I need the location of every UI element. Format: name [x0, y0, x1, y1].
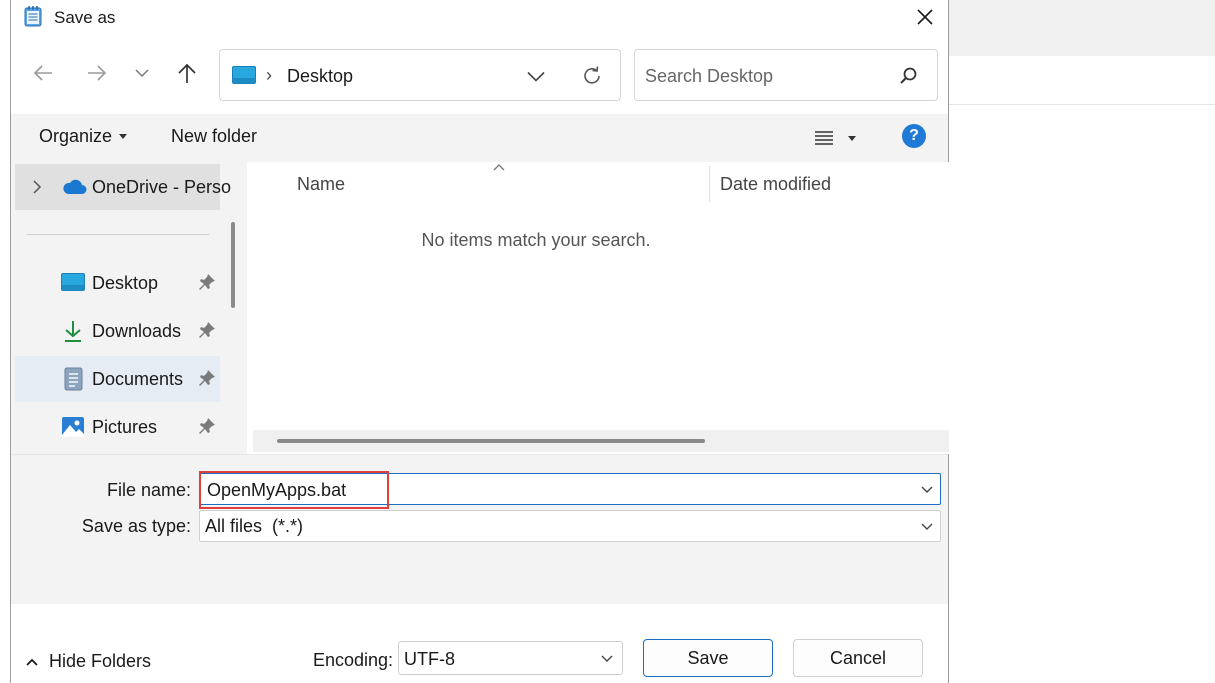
- back-button[interactable]: [28, 58, 58, 88]
- file-name-label: File name:: [106, 480, 191, 500]
- arrow-left-icon: [33, 65, 52, 81]
- command-bar: Organize New folder ?: [11, 114, 948, 162]
- column-divider[interactable]: [709, 166, 710, 202]
- pictures-icon: [61, 415, 87, 439]
- close-icon: [917, 9, 933, 25]
- horizontal-scrollbar[interactable]: [253, 430, 949, 452]
- column-header-date-modified[interactable]: Date modified: [720, 174, 831, 195]
- cloud-icon: [61, 178, 87, 202]
- save-as-type-label: Save as type:: [81, 516, 191, 536]
- change-view-button[interactable]: [814, 124, 864, 152]
- refresh-button[interactable]: [578, 63, 606, 89]
- file-list: Name Date modified No items match your s…: [247, 162, 949, 454]
- caret-down-icon: [119, 134, 128, 139]
- hide-folders-label: Hide Folders: [49, 651, 152, 671]
- refresh-icon: [584, 66, 600, 84]
- save-as-type-select[interactable]: All files (*.*): [199, 510, 941, 542]
- up-button[interactable]: [172, 58, 202, 88]
- documents-icon: [61, 367, 87, 391]
- file-name-input[interactable]: [207, 477, 907, 503]
- search-input[interactable]: [645, 63, 885, 89]
- notepad-icon: [24, 5, 42, 27]
- help-button[interactable]: ?: [902, 124, 926, 148]
- chevron-down-icon: [135, 69, 149, 78]
- encoding-select[interactable]: UTF-8: [398, 641, 623, 675]
- nav-item-label: Pictures: [92, 417, 158, 437]
- search-box[interactable]: [634, 49, 938, 101]
- download-icon: [61, 319, 87, 343]
- nav-pane-scrollbar[interactable]: [231, 222, 235, 308]
- save-as-type-value: All files (*.*): [205, 516, 304, 536]
- nav-item-desktop[interactable]: Desktop: [15, 260, 220, 306]
- list-view-icon: [815, 131, 833, 145]
- sort-ascending-icon: [492, 160, 506, 172]
- nav-item-label: OneDrive - Perso: [92, 177, 232, 197]
- breadcrumb-separator-icon: ›: [266, 65, 272, 85]
- chevron-up-icon: [26, 658, 38, 666]
- address-current-folder[interactable]: Desktop: [287, 66, 353, 87]
- title-bar: Save as: [11, 0, 948, 34]
- pin-icon: [198, 369, 216, 387]
- nav-item-label: Documents: [92, 369, 184, 389]
- dialog-footer: Hide Folders Encoding: UTF-8 Save Cancel: [11, 604, 948, 683]
- save-options-form: File name: Save as type: All files (*.*): [11, 454, 948, 604]
- nav-item-label: Desktop: [92, 273, 159, 293]
- pin-icon: [198, 417, 216, 435]
- new-folder-button[interactable]: New folder: [171, 126, 257, 147]
- hide-folders-button[interactable]: Hide Folders: [25, 651, 151, 672]
- address-bar[interactable]: › Desktop: [219, 49, 621, 101]
- nav-item-downloads[interactable]: Downloads: [15, 308, 220, 354]
- dialog-title: Save as: [54, 8, 116, 27]
- arrow-up-icon: [178, 63, 196, 83]
- desktop-folder-icon: [232, 66, 256, 84]
- background-window: [948, 0, 1215, 683]
- recent-locations-button[interactable]: [127, 58, 157, 88]
- chevron-down-icon[interactable]: [600, 651, 614, 665]
- empty-list-message: No items match your search.: [421, 230, 651, 250]
- new-folder-label: New folder: [171, 126, 258, 146]
- background-window-bar: [949, 0, 1215, 56]
- column-header-row: Name Date modified: [247, 162, 949, 204]
- nav-item-pictures[interactable]: Pictures: [15, 404, 220, 450]
- horizontal-scrollbar-thumb[interactable]: [277, 439, 705, 443]
- pin-icon: [198, 273, 216, 291]
- pin-icon: [198, 321, 216, 339]
- help-icon: ?: [909, 127, 919, 144]
- organize-label: Organize: [39, 126, 113, 146]
- encoding-value: UTF-8: [404, 649, 455, 669]
- save-button[interactable]: Save: [643, 639, 773, 677]
- search-icon[interactable]: [897, 65, 919, 87]
- arrow-right-icon: [88, 65, 107, 81]
- chevron-down-icon[interactable]: [920, 482, 934, 496]
- nav-item-label: Downloads: [92, 321, 182, 341]
- cancel-button[interactable]: Cancel: [793, 639, 923, 677]
- organize-button[interactable]: Organize: [39, 126, 128, 147]
- nav-divider: [27, 234, 209, 235]
- save-as-dialog: Save as › Desktop Search Desktop Organiz…: [10, 0, 949, 683]
- forward-button[interactable]: [82, 58, 112, 88]
- chevron-down-icon[interactable]: [920, 519, 934, 533]
- address-dropdown-button[interactable]: [522, 64, 550, 88]
- caret-down-icon: [848, 135, 856, 141]
- chevron-down-icon: [527, 71, 545, 82]
- nav-item-documents[interactable]: Documents: [15, 356, 220, 402]
- file-name-combobox[interactable]: [199, 473, 941, 505]
- desktop-folder-icon: [61, 273, 87, 297]
- empty-list-message-row: No items match your search.: [247, 230, 949, 251]
- background-window-divider: [949, 104, 1215, 105]
- nav-item-onedrive[interactable]: OneDrive - Perso: [15, 164, 231, 210]
- encoding-label: Encoding:: [313, 650, 394, 670]
- chevron-right-icon[interactable]: [31, 179, 43, 195]
- close-button[interactable]: [907, 2, 943, 32]
- column-header-name[interactable]: Name: [297, 174, 345, 195]
- navigation-bar: › Desktop: [11, 34, 948, 114]
- navigation-pane: OneDrive - Perso Desktop Downloads Docum…: [11, 162, 247, 454]
